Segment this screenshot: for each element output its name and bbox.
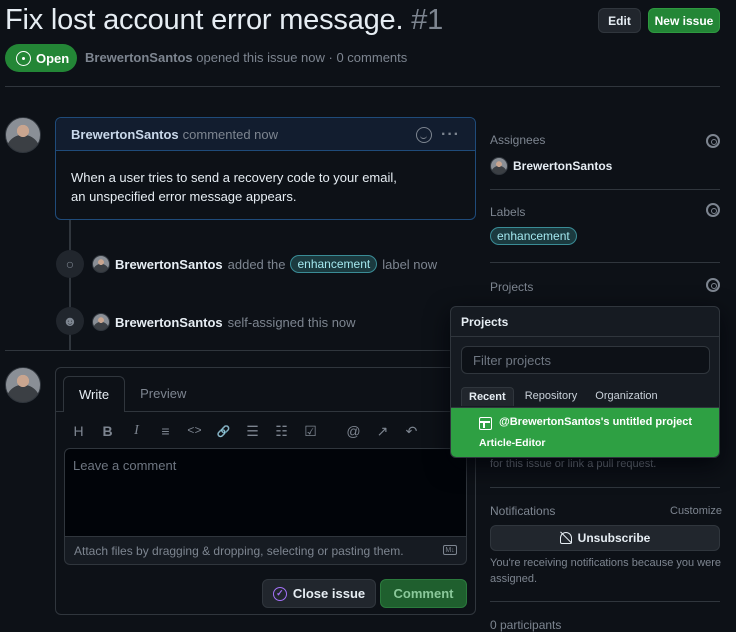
assignee-name[interactable]: BrewertonSantos [513, 159, 612, 173]
gear-icon[interactable] [706, 134, 720, 148]
assignees-heading: Assignees [490, 133, 546, 147]
filter-projects-input[interactable]: Filter projects [461, 346, 710, 374]
gear-icon[interactable] [706, 203, 720, 217]
emoji-reaction-icon[interactable] [416, 127, 432, 143]
status-label: Open [36, 50, 70, 66]
label-badge[interactable]: enhancement [290, 255, 378, 273]
markdown-icon: M↓ [443, 545, 457, 555]
project-name: @BrewertonSantos's untitled project [499, 416, 693, 428]
avatar [490, 157, 508, 175]
mention-icon[interactable]: @ [339, 420, 368, 442]
label-badge[interactable]: enhancement [490, 227, 577, 245]
projects-popup: Projects Filter projects Recent Reposito… [450, 306, 720, 458]
project-table-icon [479, 417, 492, 430]
numbered-list-icon[interactable]: ☷ [267, 420, 296, 442]
projects-heading: Projects [490, 280, 534, 294]
unsubscribe-button[interactable]: Unsubscribe [490, 525, 720, 551]
status-badge: Open [5, 44, 77, 72]
timeline-event-label: BrewertonSantos added the enhancement la… [92, 255, 437, 273]
avatar[interactable] [5, 367, 41, 403]
participants-heading: 0 participants [490, 618, 562, 632]
bell-slash-icon [559, 532, 572, 544]
popup-tabs: Recent Repository Organization [461, 387, 665, 406]
issue-number: #1 [411, 4, 444, 36]
event-text: added the [227, 256, 286, 272]
avatar[interactable] [5, 117, 41, 153]
tag-icon: ○ [56, 250, 84, 278]
edit-button[interactable]: Edit [598, 8, 641, 33]
avatar[interactable] [92, 255, 110, 273]
issue-author-link[interactable]: BrewertonSantos [85, 50, 193, 65]
comment-body: When a user tries to send a recovery cod… [71, 170, 397, 204]
italic-icon[interactable]: I [122, 420, 151, 442]
projects-hint: for this issue or link a pull request. [490, 458, 657, 470]
comment-box: BrewertonSantos commented now When a user… [55, 117, 476, 220]
popup-title: Projects [451, 307, 719, 337]
attach-text: Attach files by dragging & dropping, sel… [74, 543, 404, 558]
code-icon[interactable]: <> [180, 420, 209, 442]
comment-header: BrewertonSantos commented now [56, 118, 475, 151]
notifications-heading: Notifications [490, 504, 556, 518]
tab-recent[interactable]: Recent [461, 387, 514, 406]
labels-heading: Labels [490, 205, 526, 219]
issue-title-text: Fix lost account error message. [5, 4, 404, 36]
event-text: self-assigned this now [227, 314, 356, 330]
event-user-link[interactable]: BrewertonSantos [115, 315, 223, 330]
tab-repository[interactable]: Repository [518, 387, 585, 406]
markdown-toolbar: H B I ≡ <> 🔗 ☰ ☷ ☑ @ ↗ ↶ [64, 420, 426, 442]
tab-preview[interactable]: Preview [125, 375, 201, 411]
comment-textarea[interactable]: Leave a comment [64, 448, 467, 537]
close-issue-label: Close issue [292, 586, 366, 601]
bold-icon[interactable]: B [93, 420, 122, 442]
comment-editor: Write Preview H B I ≡ <> 🔗 ☰ ☷ ☑ @ ↗ ↶ L… [55, 367, 476, 615]
assignee-item[interactable]: BrewertonSantos [490, 157, 612, 175]
task-list-icon[interactable]: ☑ [296, 420, 325, 442]
notifications-text: You're receiving notifications because y… [490, 557, 721, 585]
event-user-link[interactable]: BrewertonSantos [115, 257, 223, 272]
new-issue-button[interactable]: New issue [648, 8, 720, 33]
gear-icon[interactable] [706, 278, 720, 292]
reference-icon[interactable]: ↗ [368, 420, 397, 442]
timeline-divider [5, 350, 475, 351]
person-icon: ☻ [56, 307, 84, 335]
editor-tabs: Write Preview [56, 368, 475, 412]
attach-files-bar[interactable]: Attach files by dragging & dropping, sel… [64, 537, 467, 565]
tab-organization[interactable]: Organization [588, 387, 664, 406]
sidebar-divider [490, 189, 720, 190]
comment-button[interactable]: Comment [380, 579, 467, 608]
bulleted-list-icon[interactable]: ☰ [238, 420, 267, 442]
issue-open-icon [16, 50, 31, 66]
undo-icon[interactable]: ↶ [397, 420, 426, 442]
sidebar-divider [490, 487, 720, 488]
header-divider [5, 86, 720, 87]
quote-icon[interactable]: ≡ [151, 420, 180, 442]
close-issue-button[interactable]: ✓ Close issue [262, 579, 376, 608]
issue-title: Fix lost account error message. #1 [5, 4, 443, 37]
issue-meta: BrewertonSantos opened this issue now · … [85, 50, 407, 65]
timeline-event-assign: BrewertonSantos self-assigned this now [92, 313, 356, 331]
comment-time: commented now [182, 126, 279, 142]
sidebar-divider [490, 601, 720, 602]
sidebar-divider [490, 262, 720, 263]
check-circle-icon: ✓ [272, 586, 287, 601]
customize-link[interactable]: Customize [670, 503, 722, 519]
project-sub: Article-Editor [479, 437, 546, 449]
event-text: label now [382, 256, 438, 272]
unsubscribe-label: Unsubscribe [577, 531, 651, 545]
comment-menu-icon[interactable]: ··· [441, 126, 460, 144]
issue-meta-text: opened this issue now · 0 comments [196, 50, 408, 65]
project-list-item[interactable]: @BrewertonSantos's untitled project Arti… [451, 407, 719, 457]
heading-icon[interactable]: H [64, 420, 93, 442]
tab-write[interactable]: Write [63, 376, 126, 412]
link-icon[interactable]: 🔗 [209, 420, 238, 442]
avatar[interactable] [92, 313, 110, 331]
comment-author-link[interactable]: BrewertonSantos [71, 127, 179, 142]
